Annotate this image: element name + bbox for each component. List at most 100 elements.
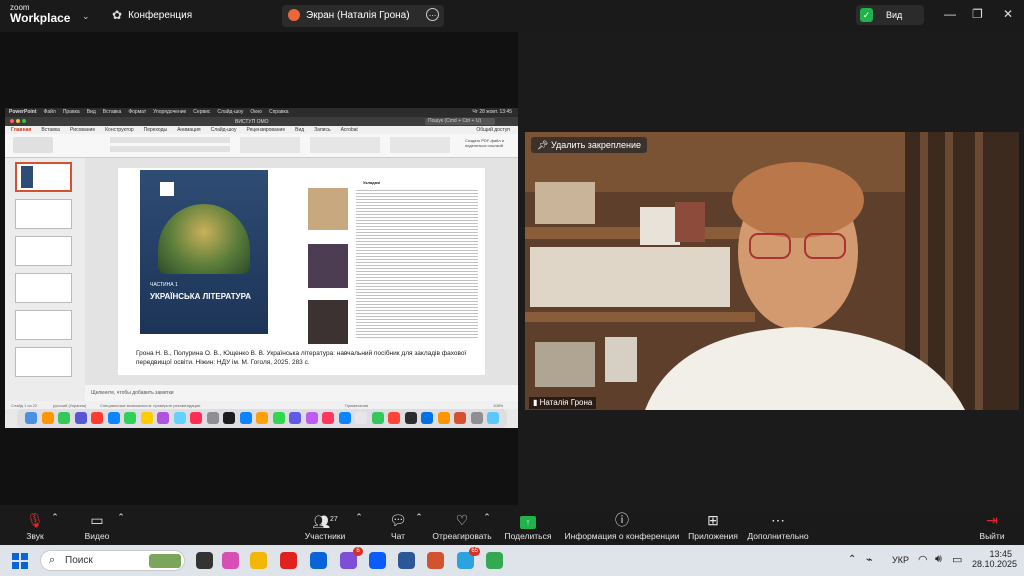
task-view-icon[interactable] bbox=[196, 552, 213, 569]
notes-pane[interactable]: Щелкните, чтобы добавить заметки bbox=[85, 385, 518, 401]
windows-start-icon[interactable] bbox=[12, 553, 28, 569]
participant-video[interactable]: 📌︎ Удалить закрепление ▮ Наталія Грона bbox=[525, 132, 1019, 410]
dock-app-icon bbox=[190, 412, 202, 424]
audio-options-chevron[interactable]: ⌃ bbox=[50, 512, 60, 523]
mac-dock bbox=[17, 409, 507, 428]
clock[interactable]: 13:45 28.10.2025 bbox=[972, 549, 1018, 569]
apps-button[interactable]: ⊞ Приложения bbox=[686, 512, 740, 541]
dock-app-icon bbox=[404, 412, 417, 424]
unpin-button[interactable]: 📌︎ Удалить закрепление bbox=[531, 137, 648, 153]
ribbon-tab: Конструктор bbox=[105, 127, 134, 133]
leave-button[interactable]: ⇥ Выйти bbox=[976, 512, 1008, 541]
ribbon-tab: Главная bbox=[11, 127, 32, 133]
camera-icon: ▭ bbox=[90, 512, 104, 528]
ppt-ribbon: Создать PDF-файл и поделиться ссылкой bbox=[5, 134, 518, 158]
ribbon-tab: Вставка bbox=[41, 127, 60, 133]
ribbon-tab: Acrobat bbox=[340, 127, 358, 133]
ribbon-tab: Вид bbox=[295, 127, 305, 133]
audio-level-icon: ▮ bbox=[533, 398, 540, 407]
ppt-search: Пошук (Cmd + Ctrl + U) bbox=[425, 118, 495, 125]
dock-app-icon bbox=[371, 412, 384, 424]
share-screen-icon: ↑ bbox=[504, 512, 552, 529]
pin-icon: 📌︎ bbox=[537, 140, 551, 150]
meeting-info-button[interactable]: ⓘ Информация о конференции bbox=[564, 512, 680, 541]
close-icon[interactable]: ✕ bbox=[1003, 7, 1013, 21]
book-part-label: ЧАСТИНА 1 bbox=[150, 282, 178, 288]
mac-menu-item: Формат bbox=[128, 109, 147, 115]
share-button[interactable]: ↑ Поделиться bbox=[504, 512, 552, 541]
mac-menu-bar: PowerPoint Файл Правка Вид Вставка Формат Упор… bbox=[5, 108, 518, 117]
dock-app-icon bbox=[223, 412, 235, 424]
participants-label: Участники bbox=[304, 531, 346, 541]
chrome-icon[interactable] bbox=[486, 552, 503, 569]
windows-taskbar: ⌕ Поиск 6 65 ⌃ ⌁ УКР ◠ 🔊︎ ▭ 13:45 28.10.2… bbox=[0, 545, 1024, 576]
more-button[interactable]: ⋯ Дополнительно bbox=[746, 512, 810, 541]
participants-icon: 👥︎27 bbox=[312, 513, 338, 530]
notification-badge: 6 bbox=[353, 547, 363, 556]
chat-icon: 💬︎ bbox=[389, 512, 407, 528]
status-language: русский (Украина) bbox=[53, 403, 87, 408]
audio-label: Звук bbox=[26, 531, 44, 541]
view-menu[interactable]: ✓ Вид bbox=[856, 5, 924, 25]
chat-label: Чат bbox=[390, 531, 406, 541]
zoom-icon[interactable] bbox=[369, 552, 386, 569]
slide-thumbnails bbox=[5, 158, 85, 401]
mac-menu-item: Сервис bbox=[193, 109, 211, 115]
video-options-chevron[interactable]: ⌃ bbox=[116, 512, 126, 523]
language-indicator[interactable]: УКР bbox=[892, 555, 909, 565]
video-button[interactable]: ▭ Видео bbox=[82, 512, 112, 541]
clock-date: 28.10.2025 bbox=[972, 559, 1018, 569]
zoom-top-bar: zoom Workplace ⌄ ✿ Конференция Экран (На… bbox=[0, 0, 1024, 32]
outlook-icon[interactable] bbox=[310, 552, 327, 569]
more-label: Дополнительно bbox=[747, 531, 809, 541]
file-explorer-icon[interactable] bbox=[250, 552, 267, 569]
ribbon-tab: Анимация bbox=[177, 127, 201, 133]
battery-icon[interactable]: ▭ bbox=[952, 553, 962, 566]
dock-app-icon bbox=[239, 412, 252, 424]
participants-chevron[interactable]: ⌃ bbox=[354, 512, 364, 523]
mac-menu-item: Вид bbox=[86, 109, 96, 115]
screen-share-indicator[interactable]: Экран (Наталія Грона) … bbox=[282, 5, 444, 27]
dock-app-icon bbox=[487, 412, 499, 424]
wifi-icon[interactable]: ◠ bbox=[918, 553, 928, 566]
status-accessibility: Специальные возможности: проверьте реком… bbox=[100, 403, 201, 408]
notification-badge: 65 bbox=[469, 547, 480, 556]
copilot-icon[interactable] bbox=[222, 552, 239, 569]
viber-icon[interactable]: 6 bbox=[340, 547, 363, 569]
network-status-icon[interactable]: ⌁ bbox=[866, 553, 873, 566]
ppt-title-bar: ВИСТУП ОМО Пошук (Cmd + Ctrl + U) bbox=[5, 117, 518, 126]
participants-button[interactable]: 👥︎27 Участники bbox=[303, 512, 347, 541]
author-photo-2 bbox=[308, 244, 348, 288]
chat-chevron[interactable]: ⌃ bbox=[414, 512, 424, 523]
word-icon[interactable] bbox=[398, 552, 415, 569]
more-options-icon[interactable]: … bbox=[426, 8, 439, 21]
dock-app-icon bbox=[157, 412, 169, 424]
tray-overflow-icon[interactable]: ⌃ bbox=[848, 554, 856, 565]
opera-icon[interactable] bbox=[280, 552, 297, 569]
chat-button[interactable]: 💬︎ Чат bbox=[386, 512, 410, 541]
doc-title: ВИСТУП ОМО bbox=[235, 119, 269, 125]
audio-button[interactable]: 🎙︎ Звук bbox=[22, 512, 48, 541]
meeting-toolbar: 🎙︎ Звук ⌃ ▭ Видео ⌃ 👥︎27 Участники ⌃ 💬︎ … bbox=[0, 505, 1024, 545]
restore-icon[interactable]: ❐ bbox=[972, 7, 983, 21]
chevron-down-icon[interactable]: ⌄ bbox=[82, 11, 90, 22]
share-label: Экран (Наталія Грона) bbox=[306, 10, 410, 21]
telegram-icon[interactable]: 65 bbox=[457, 547, 480, 569]
minimize-icon[interactable]: — bbox=[944, 7, 956, 21]
more-icon: ⋯ bbox=[771, 512, 785, 528]
mac-menu-item: Правка bbox=[62, 109, 80, 115]
participant-name: Наталія Грона bbox=[539, 398, 593, 407]
search-icon: ⌕ bbox=[49, 554, 56, 566]
dock-app-icon bbox=[173, 412, 186, 424]
search-placeholder: Поиск bbox=[65, 555, 93, 566]
mac-clock: Чт 28 жовт. 13:45 bbox=[472, 109, 512, 115]
conference-menu[interactable]: ✿ Конференция bbox=[112, 8, 192, 22]
volume-icon[interactable]: 🔊︎ bbox=[935, 553, 942, 566]
conference-label: Конференция bbox=[128, 9, 193, 21]
react-chevron[interactable]: ⌃ bbox=[482, 512, 492, 523]
apps-icon: ⊞ bbox=[707, 512, 719, 528]
powerpoint-icon[interactable] bbox=[427, 552, 444, 569]
mac-menu-item: Окно bbox=[250, 109, 262, 115]
taskbar-search[interactable]: ⌕ Поиск bbox=[40, 550, 185, 571]
leave-label: Выйти bbox=[979, 531, 1005, 541]
